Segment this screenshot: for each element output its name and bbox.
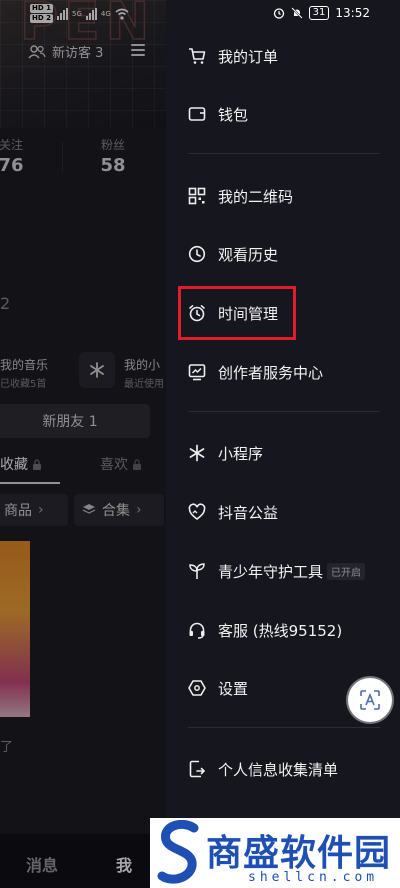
menu-item-label: 创作者服务中心 (218, 363, 324, 382)
menu-item-label: 青少年守护工具 (218, 562, 324, 581)
status-badge: 已开启 (327, 562, 365, 580)
menu-item-teen-protection[interactable]: 青少年守护工具 已开启 (166, 549, 400, 593)
chart-monitor-icon (188, 363, 206, 381)
menu-item-customer-service[interactable]: 客服 (热线95152) (166, 608, 400, 652)
clock-time: 13:52 (335, 6, 370, 20)
background-dim-overlay[interactable] (0, 0, 170, 888)
battery-indicator: 31 (308, 6, 330, 20)
menu-item-label: 抖音公益 (218, 503, 279, 522)
s-logo-icon (157, 820, 199, 884)
watermark-chinese-text: 商盛软件园 (206, 833, 392, 874)
menu-item-label: 我的订单 (218, 47, 279, 66)
mute-bell-icon (290, 7, 303, 19)
menu-item-label: 我的二维码 (218, 187, 294, 206)
headset-icon (188, 621, 206, 639)
document-export-icon (188, 760, 206, 778)
watermark-domain-text: shellcn.com (248, 870, 379, 885)
menu-divider (188, 153, 380, 154)
qr-code-icon (188, 187, 206, 205)
asterisk-icon (188, 444, 206, 462)
cart-icon (188, 47, 206, 65)
floating-assist-button[interactable] (348, 678, 392, 722)
menu-item-qr-code[interactable]: 我的二维码 (166, 174, 400, 218)
menu-item-label: 小程序 (218, 444, 264, 463)
menu-item-mini-programs[interactable]: 小程序 (166, 431, 400, 475)
side-drawer: 31 13:52 我的订单 钱包 我的二维码 观看历史 时间管理 创作者服务中心… (166, 0, 400, 888)
highlight-box (178, 286, 296, 340)
heart-hands-icon (188, 503, 206, 521)
alarm-icon (273, 8, 284, 19)
status-bar-right: 31 13:52 (273, 6, 370, 20)
menu-divider (188, 727, 380, 728)
menu-item-charity[interactable]: 抖音公益 (166, 490, 400, 534)
menu-item-watch-history[interactable]: 观看历史 (166, 232, 400, 276)
menu-item-orders[interactable]: 我的订单 (166, 34, 400, 78)
menu-item-label: 设置 (218, 679, 249, 698)
menu-item-label: 钱包 (218, 105, 249, 124)
sprout-icon (188, 562, 206, 580)
menu-item-label: 观看历史 (218, 245, 279, 264)
menu-item-personal-info-list[interactable]: 个人信息收集清单 (166, 747, 400, 791)
clock-icon (188, 245, 206, 263)
menu-divider (188, 411, 380, 412)
wallet-icon (188, 105, 206, 123)
menu-item-label: 客服 (热线95152) (218, 621, 343, 640)
site-watermark: 商盛软件园 shellcn.com (150, 818, 400, 888)
hexagon-settings-icon (188, 679, 206, 697)
menu-item-wallet[interactable]: 钱包 (166, 92, 400, 136)
menu-item-creator-center[interactable]: 创作者服务中心 (166, 350, 400, 394)
text-recognition-icon (360, 690, 380, 710)
menu-item-label: 个人信息收集清单 (218, 760, 339, 779)
